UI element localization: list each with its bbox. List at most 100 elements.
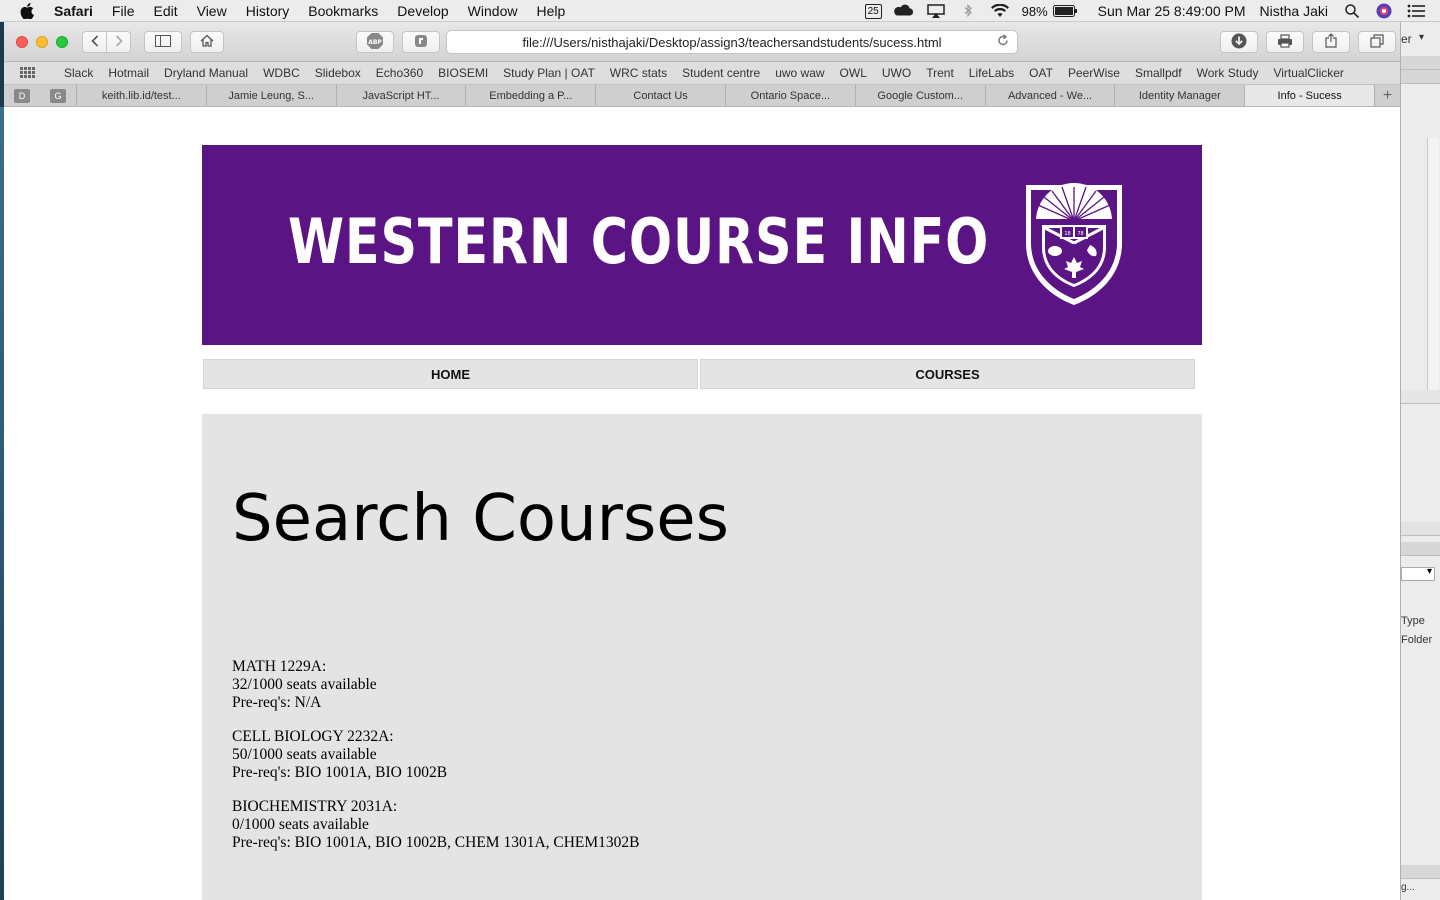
tabs-overview-icon xyxy=(1370,33,1384,51)
svg-text:78: 78 xyxy=(1077,231,1083,237)
menu-history[interactable]: History xyxy=(246,3,290,19)
downloads-button[interactable] xyxy=(1220,31,1258,53)
menu-help[interactable]: Help xyxy=(536,3,565,19)
bookmark-owl[interactable]: OWL xyxy=(840,66,867,80)
macos-menubar: Safari File Edit View History Bookmarks … xyxy=(0,0,1440,22)
adblock-button[interactable]: ABP xyxy=(356,31,394,53)
apple-menu-icon[interactable] xyxy=(18,0,36,22)
show-all-tabs-button[interactable] xyxy=(1358,31,1396,53)
tab-identity-manager[interactable]: Identity Manager xyxy=(1114,85,1244,106)
site-title: WESTERN COURSE INFO xyxy=(288,205,990,278)
nav-courses-button[interactable]: COURSES xyxy=(700,359,1195,389)
browser-toolbar: ABP file:///Users/nisthajaki/Desktop/ass… xyxy=(4,22,1400,62)
menu-edit[interactable]: Edit xyxy=(153,3,177,19)
back-button[interactable] xyxy=(82,31,107,53)
menu-file[interactable]: File xyxy=(112,3,135,19)
bookmark-study-plan-oat[interactable]: Study Plan | OAT xyxy=(503,66,595,80)
course-name: BIOCHEMISTRY 2031A: xyxy=(232,798,398,815)
download-icon xyxy=(1231,33,1247,52)
bookmark-virtualclicker[interactable]: VirtualClicker xyxy=(1273,66,1343,80)
chevron-down-icon: ▾ xyxy=(1426,566,1432,577)
extension-button[interactable] xyxy=(402,31,440,53)
tab-contact-us[interactable]: Contact Us xyxy=(595,85,725,106)
course-item: MATH 1229A: 32/1000 seats available Pre-… xyxy=(232,658,377,712)
tab-info-sucess[interactable]: Info - Sucess xyxy=(1244,85,1375,106)
tab-jamie-leung[interactable]: Jamie Leung, S... xyxy=(205,85,336,106)
battery-icon[interactable] xyxy=(1052,3,1078,19)
bookmark-slidebox[interactable]: Slidebox xyxy=(315,66,361,80)
bookmark-hotmail[interactable]: Hotmail xyxy=(108,66,149,80)
bookmark-smallpdf[interactable]: Smallpdf xyxy=(1135,66,1182,80)
wifi-icon[interactable] xyxy=(990,3,1010,19)
course-seats: 32/1000 seats available xyxy=(232,676,377,693)
forward-button[interactable] xyxy=(106,31,131,53)
top-sites-grid-icon[interactable] xyxy=(20,67,35,79)
course-results-panel: Search Courses MATH 1229A: 32/1000 seats… xyxy=(202,414,1202,900)
panel-dropdown[interactable]: ▾ xyxy=(1401,566,1435,581)
sidebar-toggle-button[interactable] xyxy=(144,31,182,53)
bookmark-slack[interactable]: Slack xyxy=(64,66,93,80)
airplay-icon[interactable] xyxy=(926,3,946,19)
tab-ontario-space[interactable]: Ontario Space... xyxy=(725,85,855,106)
user-name[interactable]: Nistha Jaki xyxy=(1260,3,1328,19)
url-text: file:///Users/nisthajaki/Desktop/assign3… xyxy=(522,34,942,50)
bookmark-work-study[interactable]: Work Study xyxy=(1197,66,1259,80)
plus-icon: + xyxy=(1382,86,1393,104)
menu-app-safari[interactable]: Safari xyxy=(54,3,93,19)
bookmark-trent[interactable]: Trent xyxy=(926,66,954,80)
svg-text:ABP: ABP xyxy=(368,39,382,46)
notification-center-icon[interactable] xyxy=(1406,3,1426,19)
maximize-window-button[interactable] xyxy=(56,35,68,48)
horizontal-scrollbar[interactable] xyxy=(1401,390,1440,404)
menu-view[interactable]: View xyxy=(197,3,227,19)
page-heading: Search Courses xyxy=(232,482,729,556)
bookmark-biosemi[interactable]: BIOSEMI xyxy=(438,66,488,80)
share-icon xyxy=(1325,33,1337,51)
bookmark-oat[interactable]: OAT xyxy=(1029,66,1053,80)
close-window-button[interactable] xyxy=(16,35,28,48)
tab-embedding[interactable]: Embedding a P... xyxy=(465,85,595,106)
chevron-right-icon xyxy=(115,34,123,50)
bookmark-student-centre[interactable]: Student centre xyxy=(682,66,760,80)
adblock-icon: ABP xyxy=(366,32,384,53)
bookmark-peerwise[interactable]: PeerWise xyxy=(1068,66,1120,80)
chevron-down-icon[interactable]: ▾ xyxy=(1419,32,1424,43)
bookmark-echo360[interactable]: Echo360 xyxy=(376,66,423,80)
bluetooth-icon[interactable] xyxy=(958,3,978,19)
bookmark-wdbc[interactable]: WDBC xyxy=(263,66,300,80)
bookmark-uwo-waw[interactable]: uwo waw xyxy=(775,66,824,80)
menu-window[interactable]: Window xyxy=(468,3,518,19)
minimize-window-button[interactable] xyxy=(36,35,48,48)
bookmark-wrc-stats[interactable]: WRC stats xyxy=(610,66,667,80)
home-icon xyxy=(200,34,214,50)
tab-advanced[interactable]: Advanced - We... xyxy=(984,85,1115,106)
home-button[interactable] xyxy=(190,31,224,53)
siri-icon[interactable] xyxy=(1374,3,1394,19)
bookmark-uwo[interactable]: UWO xyxy=(882,66,911,80)
cloud-app-icon[interactable] xyxy=(893,3,914,19)
tab-javascript[interactable]: JavaScript HT... xyxy=(335,85,466,106)
address-bar[interactable]: file:///Users/nisthajaki/Desktop/assign3… xyxy=(446,30,1018,54)
bookmark-dryland-manual[interactable]: Dryland Manual xyxy=(164,66,248,80)
share-button[interactable] xyxy=(1312,31,1350,53)
bookmark-lifelabs[interactable]: LifeLabs xyxy=(969,66,1014,80)
spotlight-search-icon[interactable] xyxy=(1342,3,1362,19)
tab-bar: D G keith.lib.id/test... Jamie Leung, S.… xyxy=(4,85,1400,107)
menu-bookmarks[interactable]: Bookmarks xyxy=(308,3,378,19)
clock[interactable]: Sun Mar 25 8:49:00 PM xyxy=(1098,3,1246,19)
horizontal-scrollbar[interactable] xyxy=(1401,865,1440,879)
pinned-tab-g[interactable]: G xyxy=(49,89,66,103)
menu-develop[interactable]: Develop xyxy=(397,3,448,19)
pinned-tab-d[interactable]: D xyxy=(14,89,30,103)
new-tab-button[interactable]: + xyxy=(1374,85,1400,106)
reload-icon[interactable] xyxy=(997,34,1009,50)
tab-keith-lib[interactable]: keith.lib.id/test... xyxy=(75,85,206,106)
vertical-scrollbar[interactable] xyxy=(1427,138,1439,392)
nav-home-button[interactable]: HOME xyxy=(203,359,698,389)
calendar-icon[interactable]: 25 xyxy=(864,3,882,19)
course-seats: 0/1000 seats available xyxy=(232,816,369,833)
print-button[interactable] xyxy=(1266,31,1304,53)
background-window-title: er xyxy=(1401,32,1412,46)
tab-google-custom[interactable]: Google Custom... xyxy=(854,85,985,106)
window-controls xyxy=(16,35,76,48)
